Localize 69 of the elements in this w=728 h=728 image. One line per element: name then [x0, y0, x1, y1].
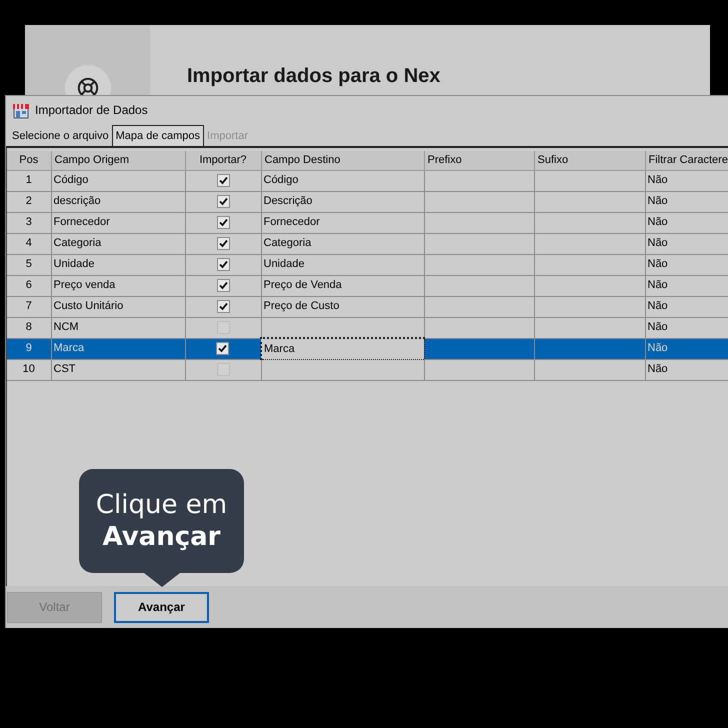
table-cell-text: Descrição	[264, 195, 312, 208]
table-cell-text: Marca	[54, 342, 84, 354]
column-header[interactable]: Sufixo	[534, 151, 645, 170]
table-cell-text: 2	[26, 195, 32, 208]
table-cell-text: Categoria	[54, 237, 102, 250]
checkbox[interactable]	[216, 342, 230, 355]
table-cell-text: Não	[648, 174, 668, 186]
table-cell-text: Não	[648, 342, 668, 354]
table-cell-text: Categoria	[264, 237, 312, 250]
table-cell-text: Código	[54, 174, 88, 186]
table-cell-text: 10	[22, 363, 35, 376]
column-header[interactable]: Prefixo	[424, 151, 534, 170]
column-header[interactable]: Campo Origem	[51, 151, 185, 170]
checkbox[interactable]	[216, 236, 230, 250]
table-row[interactable]: 6 Preço venda Preço de Venda Não	[7, 275, 728, 296]
table-cell-text: 4	[26, 237, 32, 250]
table-cell-text: Código	[264, 174, 298, 186]
table-cell-text: Unidade	[54, 258, 94, 270]
tab[interactable]: Selecione o arquivo	[9, 127, 112, 146]
table-cell-text: Não	[648, 258, 668, 270]
table-row[interactable]: 4 Categoria Categoria Não	[7, 233, 728, 254]
window-title: Importar dados para o Nex	[187, 65, 440, 87]
table-cell-text: Não	[648, 237, 668, 250]
table-cell-text: 9	[26, 342, 32, 354]
dialog-title: Importador de Dados	[35, 102, 148, 119]
table-row[interactable]: 9 Marca Marca Não	[7, 338, 728, 359]
navigation-button[interactable]: Avançar	[114, 592, 209, 622]
table-cell-text: 1	[26, 174, 32, 186]
table-cell-text: Não	[648, 363, 668, 376]
table-cell-text: descrição	[54, 195, 101, 208]
checkbox[interactable]	[216, 258, 230, 271]
table-cell-text: Fornecedor	[54, 216, 110, 228]
checkbox[interactable]	[216, 194, 230, 208]
tab[interactable]: Mapa de campos	[112, 125, 204, 146]
table-cell-text: Não	[648, 216, 668, 228]
table-cell-text: 6	[26, 279, 32, 292]
table-row[interactable]: 7 Custo Unitário Preço de Custo Não	[7, 296, 728, 317]
table-cell-text: Preço de Venda	[264, 279, 342, 292]
table-row[interactable]: 10 CST Não	[7, 359, 728, 380]
table-row[interactable]: 2 descrição Descrição Não	[7, 191, 728, 212]
table-row[interactable]: 1 Código Código Não	[7, 170, 728, 191]
table-cell-text: 8	[26, 321, 32, 334]
table-cell-text: NCM	[54, 321, 79, 334]
table-cell-text: Não	[648, 195, 668, 208]
column-header[interactable]: Filtrar Caractere	[645, 151, 728, 170]
store-icon	[12, 101, 30, 119]
table-cell-text: Não	[648, 321, 668, 334]
table-cell-text: Preço de Custo	[264, 300, 340, 312]
table-cell-text: Marca	[264, 342, 295, 354]
checkbox[interactable]	[216, 300, 230, 313]
table-cell-text: Preço venda	[54, 279, 116, 292]
table-row[interactable]: 3 Fornecedor Fornecedor Não	[7, 212, 728, 233]
table-cell-text: Custo Unitário	[54, 300, 124, 312]
table-cell-text: 5	[26, 258, 32, 270]
table-cell-text: Não	[648, 279, 668, 292]
checkbox[interactable]	[216, 216, 230, 229]
table-cell-text: CST	[54, 363, 76, 376]
table-cell-text: Não	[648, 300, 668, 312]
column-header[interactable]: Campo Destino	[261, 151, 424, 170]
table-cell-text: 7	[26, 300, 32, 312]
table-row[interactable]: 5 Unidade Unidade Não	[7, 254, 728, 275]
checkbox[interactable]	[216, 174, 230, 187]
tooltip-text: Clique em Avançar	[94, 489, 228, 553]
table-cell-text: Unidade	[264, 258, 304, 270]
checkbox[interactable]	[216, 278, 230, 292]
column-header[interactable]: Importar?	[185, 151, 261, 170]
column-header[interactable]: Pos	[7, 151, 51, 170]
table-cell-text: 3	[26, 216, 32, 228]
table-cell-text: Fornecedor	[264, 216, 320, 228]
